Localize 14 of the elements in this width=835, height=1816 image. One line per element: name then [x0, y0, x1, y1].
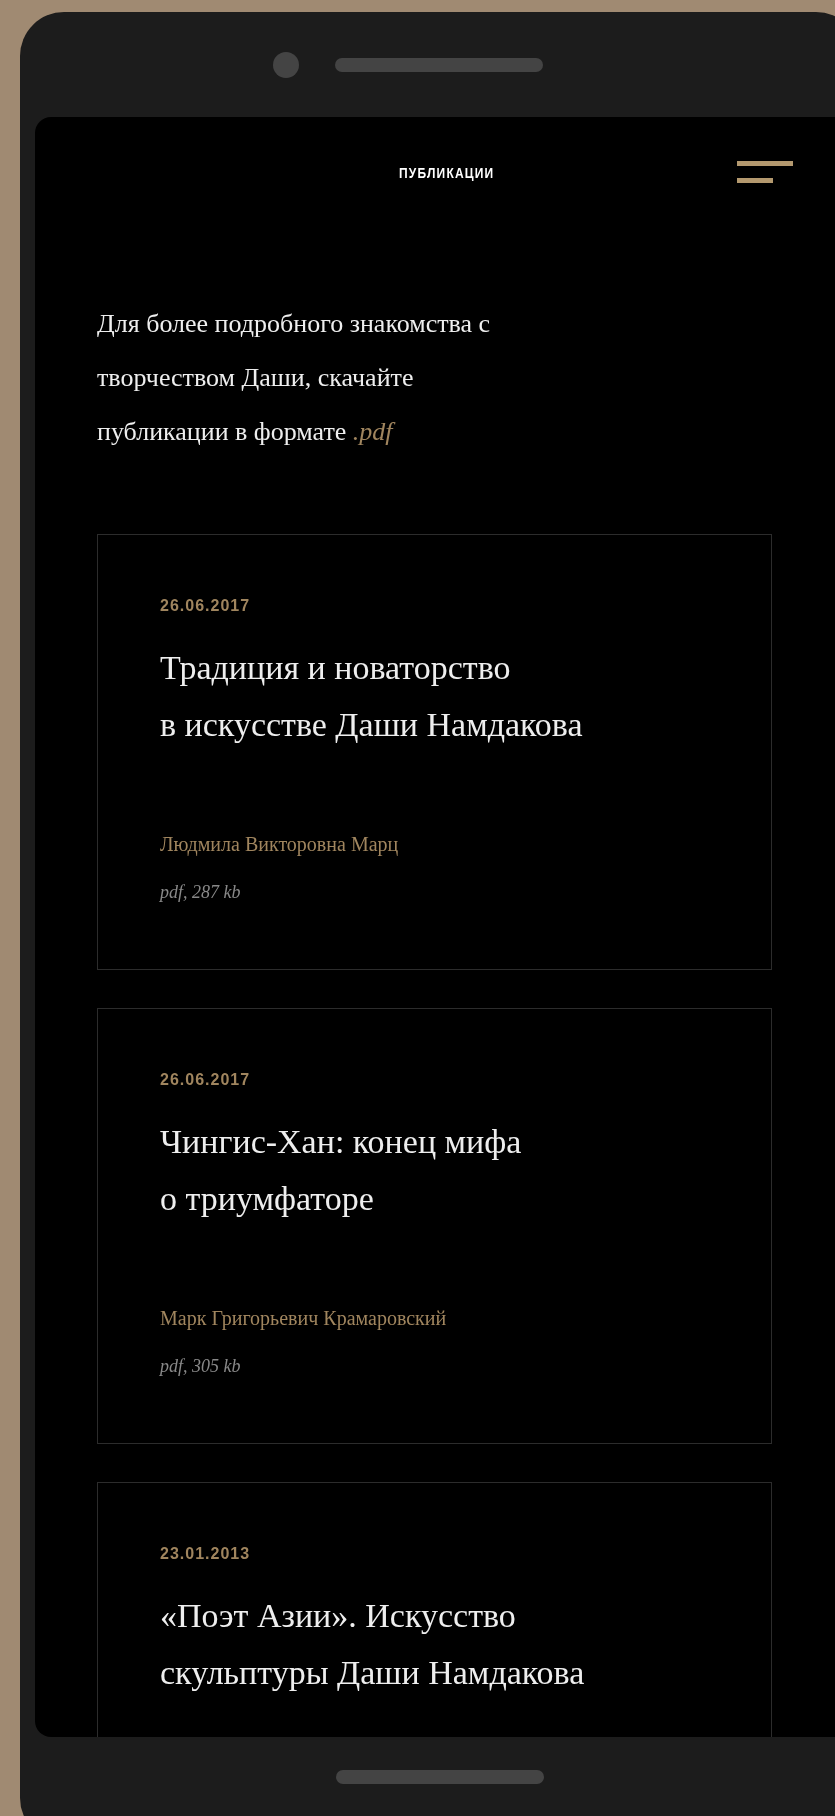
publication-card[interactable]: 26.06.2017 Чингис-Хан: конец мифа о триумфаторе Марк Григорьевич Крамаровский pdf, 305 kb — [97, 1008, 772, 1444]
publication-title: «Поэт Азии». Искусство скульптуры Даши Намдакова — [160, 1596, 586, 1693]
file-info: pdf, 305 kb — [160, 1356, 242, 1377]
intro-text: Для более подробного знакомства с творчеством Даши, скачайте публикации в формате .pdf — [97, 308, 492, 448]
publication-title: Традиция и новаторство в искусстве Даши Намдакова — [160, 648, 584, 745]
page-title: ПУБЛИКАЦИИ — [398, 163, 495, 181]
publication-card[interactable]: 26.06.2017 Традиция и новаторство в искусстве Даши Намдакова Людмила Викторовна Марц pdf, 287 kb — [97, 534, 772, 970]
publication-title: Чингис-Хан: конец мифа о триумфаторе — [160, 1122, 523, 1219]
publication-author: Марк Григорьевич Крамаровский — [160, 1307, 448, 1330]
publication-author: Людмила Викторовна Марц — [160, 833, 400, 856]
file-info: pdf, 287 kb — [160, 882, 242, 903]
publication-date: 23.01.2013 — [160, 1545, 252, 1563]
publication-date: 26.06.2017 — [160, 1071, 252, 1089]
publication-date: 26.06.2017 — [160, 597, 252, 615]
